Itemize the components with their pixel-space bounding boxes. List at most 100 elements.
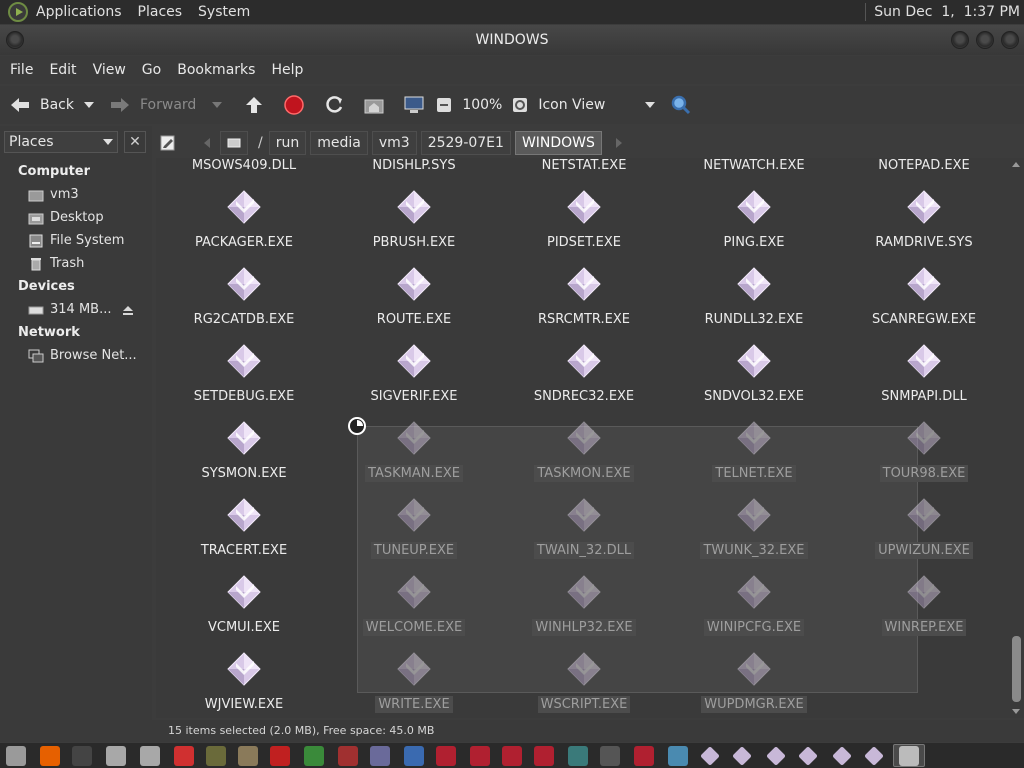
panel-menu-applications[interactable]: Applications bbox=[28, 4, 130, 20]
crumb-root[interactable] bbox=[220, 131, 248, 155]
sidebar-item-network[interactable]: Browse Net... bbox=[28, 348, 137, 363]
location-toggle-icon[interactable] bbox=[156, 131, 180, 155]
view-mode-select[interactable]: Icon View bbox=[538, 97, 605, 113]
mail-icon[interactable] bbox=[174, 746, 194, 766]
stop-icon[interactable] bbox=[282, 93, 306, 117]
network-icon[interactable] bbox=[668, 746, 688, 766]
sidebar-item-vm3[interactable]: vm3 bbox=[28, 187, 79, 202]
path-scroll-right-icon[interactable] bbox=[615, 138, 622, 148]
file-item[interactable]: TASKMON.EXE bbox=[499, 394, 669, 482]
gimp-icon[interactable] bbox=[238, 746, 258, 766]
close-button[interactable] bbox=[1001, 31, 1019, 49]
file-item[interactable]: TELNET.EXE bbox=[669, 394, 839, 482]
file-item[interactable]: WINREP.EXE bbox=[839, 548, 1008, 636]
help-icon[interactable] bbox=[404, 746, 424, 766]
exe-window-icon[interactable] bbox=[798, 746, 818, 766]
panel-menu-places[interactable]: Places bbox=[130, 4, 191, 20]
tool-icon[interactable] bbox=[206, 746, 226, 766]
sidebar-item-desktop[interactable]: Desktop bbox=[28, 210, 104, 225]
exe-window-icon[interactable] bbox=[732, 746, 752, 766]
file-item[interactable]: TUNEUP.EXE bbox=[329, 471, 499, 559]
file-item[interactable]: UPWIZUN.EXE bbox=[839, 471, 1008, 559]
file-item[interactable]: WUPDMGR.EXE bbox=[669, 625, 839, 713]
file-item[interactable]: RAMDRIVE.SYS bbox=[839, 163, 1008, 250]
file-item[interactable]: ROUTE.EXE bbox=[329, 240, 499, 327]
home-folder-icon[interactable] bbox=[362, 93, 386, 117]
wine-glass-icon[interactable] bbox=[502, 746, 522, 766]
file-item[interactable]: PIDSET.EXE bbox=[499, 163, 669, 250]
sidebar-item-filesystem[interactable]: File System bbox=[28, 233, 124, 248]
file-item[interactable]: VCMUI.EXE bbox=[159, 548, 329, 635]
file-item[interactable]: SNDREC32.EXE bbox=[499, 317, 669, 404]
menu-help[interactable]: Help bbox=[263, 62, 311, 78]
file-item[interactable]: WINHLP32.EXE bbox=[499, 548, 669, 636]
file-item[interactable]: TRACERT.EXE bbox=[159, 471, 329, 558]
reload-icon[interactable] bbox=[322, 93, 346, 117]
crumb-run[interactable]: run bbox=[268, 131, 307, 155]
crumb-vm3[interactable]: vm3 bbox=[371, 131, 417, 155]
game-icon[interactable] bbox=[338, 746, 358, 766]
scroll-up-icon[interactable] bbox=[1012, 162, 1020, 167]
show-desktop-icon[interactable] bbox=[6, 746, 26, 766]
file-item[interactable]: SETDEBUG.EXE bbox=[159, 317, 329, 404]
file-item[interactable]: SCANREGW.EXE bbox=[839, 240, 1008, 327]
crumb-windows[interactable]: WINDOWS bbox=[514, 131, 602, 155]
zoom-level[interactable]: 100% bbox=[462, 97, 502, 113]
scroll-down-icon[interactable] bbox=[1012, 709, 1020, 714]
menu-file[interactable]: File bbox=[2, 62, 41, 78]
side-pane-close-button[interactable]: ✕ bbox=[124, 131, 146, 153]
sidebar-item-drive[interactable]: 314 MB... bbox=[28, 302, 111, 317]
menu-bookmarks[interactable]: Bookmarks bbox=[169, 62, 263, 78]
forward-history-dropdown[interactable] bbox=[212, 102, 223, 108]
file-item[interactable]: SIGVERIF.EXE bbox=[329, 317, 499, 404]
file-item[interactable]: WSCRIPT.EXE bbox=[499, 625, 669, 713]
zoom-in-icon[interactable] bbox=[508, 93, 532, 117]
menu-edit[interactable]: Edit bbox=[41, 62, 84, 78]
wine-glass-icon[interactable] bbox=[436, 746, 456, 766]
file-item[interactable]: RUNDLL32.EXE bbox=[669, 240, 839, 327]
sidebar-item-trash[interactable]: Trash bbox=[28, 256, 84, 271]
file-item[interactable]: SNDVOL32.EXE bbox=[669, 317, 839, 404]
exe-window-icon[interactable] bbox=[766, 746, 786, 766]
file-item[interactable]: RG2CATDB.EXE bbox=[159, 240, 329, 327]
file-icon-view[interactable]: MSOWS409.DLL NDISHLP.SYS NETSTAT.EXE NET… bbox=[156, 158, 1008, 718]
file-item[interactable]: PING.EXE bbox=[669, 163, 839, 250]
menu-view[interactable]: View bbox=[85, 62, 134, 78]
file-item[interactable]: WELCOME.EXE bbox=[329, 548, 499, 636]
forward-button[interactable]: Forward bbox=[108, 93, 196, 117]
file-item[interactable]: WJVIEW.EXE bbox=[159, 625, 329, 712]
file-item[interactable]: WINIPCFG.EXE bbox=[669, 548, 839, 636]
up-arrow-icon[interactable] bbox=[242, 93, 266, 117]
crumb-volume[interactable]: 2529-07E1 bbox=[420, 131, 511, 155]
file-item[interactable]: SNMPAPI.DLL bbox=[839, 317, 1008, 404]
file-item[interactable]: TWAIN_32.DLL bbox=[499, 471, 669, 559]
wine-glass-icon[interactable] bbox=[634, 746, 654, 766]
side-pane-selector[interactable]: Places bbox=[4, 131, 118, 153]
wine-glass-icon[interactable] bbox=[470, 746, 490, 766]
file-manager-icon[interactable] bbox=[106, 746, 126, 766]
monitor-icon[interactable] bbox=[568, 746, 588, 766]
path-scroll-left-icon[interactable] bbox=[204, 138, 210, 148]
wine-glass-icon[interactable] bbox=[534, 746, 554, 766]
maximize-button[interactable] bbox=[976, 31, 994, 49]
window-menu-button[interactable] bbox=[6, 31, 24, 49]
terminal-icon[interactable] bbox=[72, 746, 92, 766]
exe-window-icon[interactable] bbox=[864, 746, 884, 766]
file-item[interactable]: RSRCMTR.EXE bbox=[499, 240, 669, 327]
vertical-scrollbar[interactable] bbox=[1008, 158, 1024, 718]
file-item[interactable]: TWUNK_32.EXE bbox=[669, 471, 839, 559]
exe-window-icon[interactable] bbox=[700, 746, 720, 766]
spreadsheet-icon[interactable] bbox=[304, 746, 324, 766]
crumb-media[interactable]: media bbox=[310, 131, 368, 155]
eject-icon[interactable] bbox=[122, 306, 134, 316]
file-item[interactable]: SYSMON.EXE bbox=[159, 394, 329, 481]
minimize-button[interactable] bbox=[951, 31, 969, 49]
panel-clock[interactable]: Sun Dec 1, 1:37 PM bbox=[874, 4, 1024, 20]
file-item[interactable]: WRITE.EXE bbox=[329, 625, 499, 713]
back-history-dropdown[interactable] bbox=[84, 102, 94, 108]
firefox-icon[interactable] bbox=[40, 746, 60, 766]
settings-icon[interactable] bbox=[370, 746, 390, 766]
menu-go[interactable]: Go bbox=[134, 62, 169, 78]
computer-icon[interactable] bbox=[402, 93, 426, 117]
file-item[interactable]: PBRUSH.EXE bbox=[329, 163, 499, 250]
